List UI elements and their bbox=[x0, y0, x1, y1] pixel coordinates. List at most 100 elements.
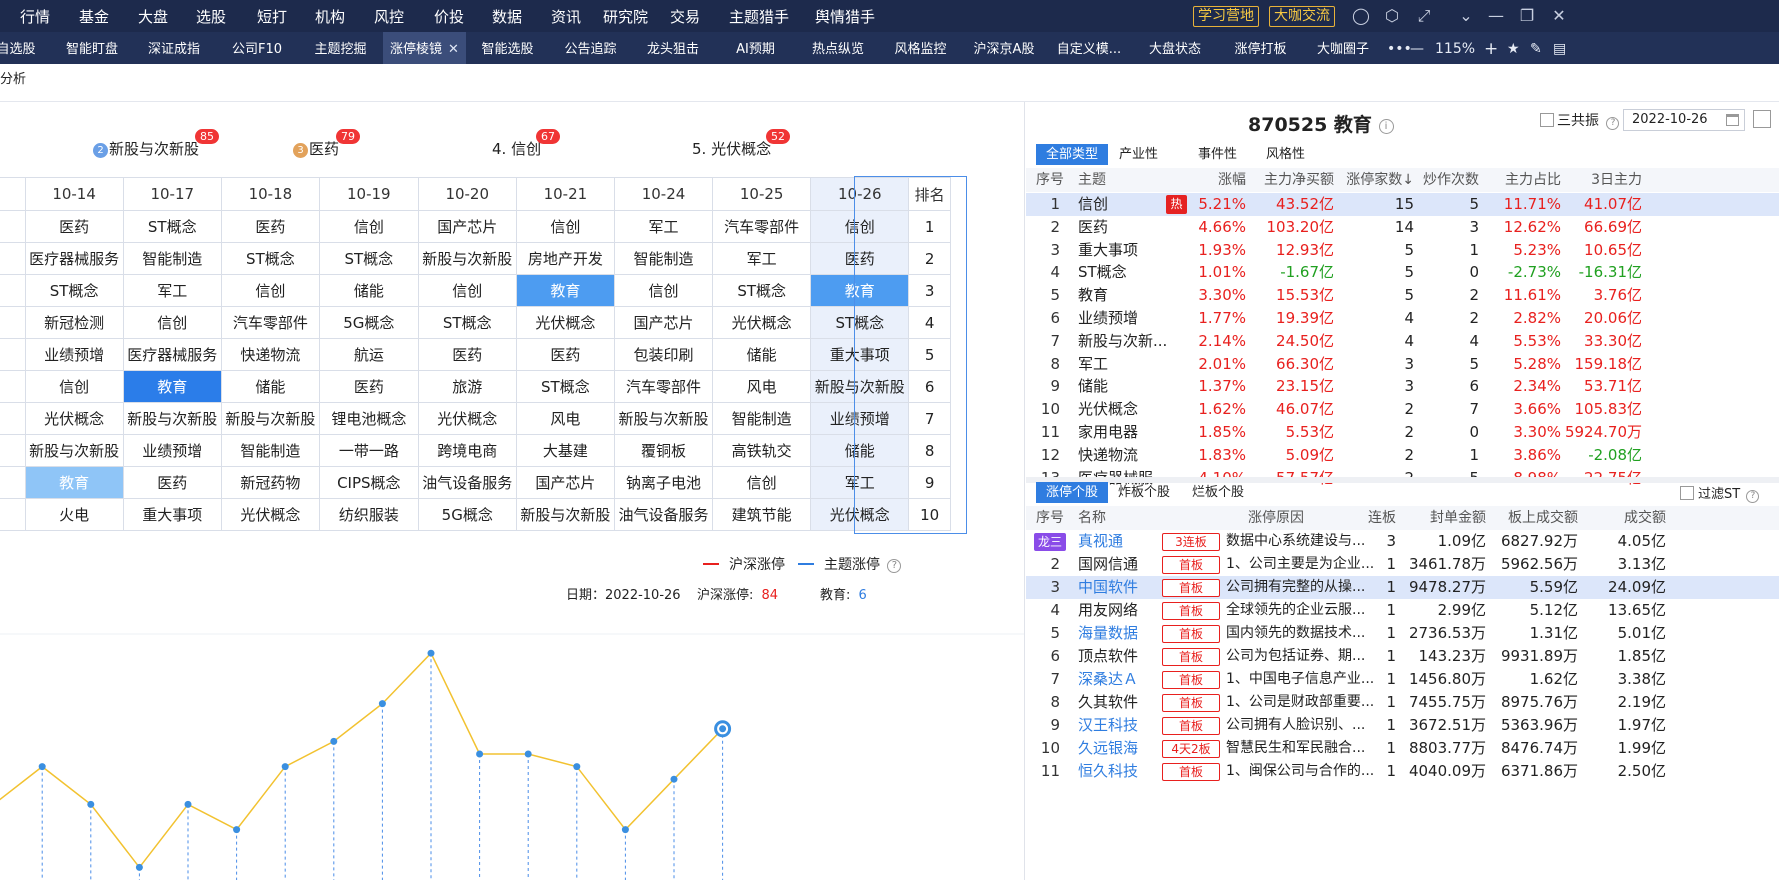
theme-cell[interactable]: ST概念 bbox=[24, 274, 124, 307]
tab-4[interactable]: 主题挖掘 bbox=[298, 32, 383, 64]
theme-cell[interactable]: 医药 bbox=[515, 338, 615, 371]
theme-cell[interactable]: 覆铜板 bbox=[613, 434, 714, 467]
theme-cell[interactable]: 纺织服装 bbox=[318, 498, 419, 531]
data-point[interactable] bbox=[184, 800, 192, 808]
study-camp-button[interactable]: 学习营地 bbox=[1193, 6, 1259, 27]
info-icon[interactable]: i bbox=[1378, 119, 1394, 134]
theme-cell[interactable]: 重大事项 bbox=[122, 498, 222, 531]
theme-cell[interactable]: 储能 bbox=[220, 370, 320, 403]
restore-icon[interactable]: ❐ bbox=[1515, 4, 1539, 28]
menu-item[interactable]: 选股 bbox=[196, 0, 226, 32]
date-header[interactable]: 10-26 bbox=[810, 177, 910, 211]
theme-cell[interactable]: 信创 bbox=[515, 210, 615, 243]
theme-name[interactable]: 光伏概念 bbox=[1078, 398, 1138, 421]
data-point[interactable] bbox=[135, 863, 143, 871]
analysis-label[interactable]: 分析 bbox=[0, 68, 26, 87]
filter-tab-1[interactable]: 产业性 bbox=[1109, 144, 1168, 165]
theme-cell[interactable]: 重大事项 bbox=[810, 338, 910, 371]
theme-cell[interactable]: 新股与次新股 bbox=[220, 402, 320, 435]
theme-cell[interactable]: 国产芯片 bbox=[515, 466, 615, 499]
stock-row[interactable]: 2 国网信通 首板 1、公司主要是为企业... 1 3461.78万 5962.56万 3.1… bbox=[1026, 553, 1779, 576]
theme-name[interactable]: 家用电器 bbox=[1078, 421, 1138, 444]
stock-name[interactable]: 汉王科技 bbox=[1078, 714, 1138, 737]
theme-cell[interactable]: 增 bbox=[0, 274, 26, 307]
theme-cell[interactable]: 国产芯片 bbox=[417, 210, 517, 243]
date-header[interactable]: 10-17 bbox=[122, 177, 222, 211]
theme-name[interactable]: 信创 bbox=[1078, 193, 1108, 216]
menu-item[interactable]: 行情 bbox=[20, 0, 50, 32]
theme-cell[interactable]: 军工 bbox=[122, 274, 222, 307]
data-point[interactable] bbox=[281, 763, 289, 771]
theme-cell[interactable]: 智能制造 bbox=[122, 242, 222, 275]
tab-2[interactable]: 深证成指 bbox=[132, 32, 216, 64]
theme-cell[interactable]: 医药 bbox=[318, 370, 419, 403]
export-icon[interactable] bbox=[1753, 110, 1771, 128]
theme-cell[interactable]: 新股与次新股 bbox=[613, 402, 714, 435]
theme-cell[interactable]: 业绩预增 bbox=[122, 434, 222, 467]
theme-cell[interactable]: 储能 bbox=[810, 434, 910, 467]
theme-cell[interactable]: 医药 bbox=[24, 210, 124, 243]
tab-5[interactable]: 涨停棱镜 ✕ bbox=[383, 32, 466, 64]
theme-cell[interactable]: 汽车零部件 bbox=[712, 210, 812, 243]
theme-cell[interactable]: 汽车零部件 bbox=[220, 306, 320, 339]
zoom-in-button[interactable]: + bbox=[1484, 32, 1498, 64]
theme-cell[interactable]: 医药 bbox=[417, 338, 517, 371]
theme-cell[interactable]: 光伏概念 bbox=[810, 498, 910, 531]
stock-name[interactable]: 顶点软件 bbox=[1078, 645, 1138, 668]
stock-name[interactable]: 国网信通 bbox=[1078, 553, 1138, 576]
theme-cell[interactable] bbox=[0, 466, 26, 499]
theme-cell[interactable]: 光伏概念 bbox=[515, 306, 615, 339]
data-point[interactable] bbox=[476, 750, 484, 758]
theme-cell[interactable]: ST概念 bbox=[417, 306, 517, 339]
theme-cell[interactable]: ST概念 bbox=[122, 210, 222, 243]
theme-name[interactable]: 医药 bbox=[1078, 216, 1108, 239]
more-tabs-button[interactable]: ••• bbox=[1387, 32, 1412, 64]
theme-cell[interactable] bbox=[0, 210, 26, 243]
filter-tab-3[interactable]: 风格性 bbox=[1256, 144, 1315, 165]
menu-item[interactable]: 基金 bbox=[79, 0, 109, 32]
theme-cell[interactable]: 新冠检测 bbox=[24, 306, 124, 339]
theme-row[interactable]: 9 储能 1.37% 23.15亿 3 6 2.34% 53.71亿 bbox=[1026, 375, 1779, 398]
tab-10[interactable]: 热点纵览 bbox=[797, 32, 879, 64]
date-header[interactable]: 10-20 bbox=[417, 177, 517, 211]
star-icon[interactable]: ★ bbox=[1507, 32, 1520, 64]
stock-row[interactable]: 6 顶点软件 首板 公司为包括证券、期... 1 143.23万 9931.89万 1.85亿 bbox=[1026, 645, 1779, 668]
tab-13[interactable]: 自定义模... bbox=[1046, 32, 1132, 64]
theme-cell[interactable]: 医疗器械服务 bbox=[24, 242, 124, 275]
theme-cell[interactable]: 信创 bbox=[220, 274, 320, 307]
tab-15[interactable]: 涨停打板 bbox=[1218, 32, 1303, 64]
filter-tab-2[interactable]: 事件性 bbox=[1188, 144, 1247, 165]
theme-cell[interactable]: 建筑节能 bbox=[712, 498, 812, 531]
theme-cell[interactable]: 大基建 bbox=[515, 434, 615, 467]
theme-cell[interactable]: 瞔 bbox=[0, 338, 26, 371]
theme-row[interactable]: 12 快递物流 1.83% 5.09亿 2 1 3.86% -2.08亿 bbox=[1026, 444, 1779, 467]
data-point[interactable] bbox=[87, 800, 95, 808]
stock-name[interactable]: 用友网络 bbox=[1078, 599, 1138, 622]
theme-cell[interactable]: 风电 bbox=[515, 402, 615, 435]
theme-cell[interactable]: ST概念 bbox=[810, 306, 910, 339]
settings-icon[interactable]: ⬡ bbox=[1380, 4, 1404, 28]
panel-icon[interactable]: ▤ bbox=[1553, 32, 1566, 64]
menu-item[interactable]: 风控 bbox=[374, 0, 404, 32]
theme-cell[interactable]: 火电 bbox=[24, 498, 124, 531]
menu-item[interactable]: 交易 bbox=[670, 0, 700, 32]
theme-cell[interactable]: 医药 bbox=[810, 242, 910, 275]
theme-cell[interactable]: 跨境电商 bbox=[417, 434, 517, 467]
theme-cell[interactable]: 币 bbox=[0, 402, 26, 435]
stock-row[interactable]: 11 恒久科技 首板 1、闽保公司与合作的... 1 4040.09万 6371.86万 2.… bbox=[1026, 760, 1779, 783]
theme-cell[interactable]: 新股与次新股 bbox=[515, 498, 615, 531]
date-header[interactable]: 10-25 bbox=[712, 177, 812, 211]
stock-row[interactable]: 龙三 真视通 3连板 数据中心系统建设与... 3 1.09亿 6827.92万 4.05亿 bbox=[1026, 530, 1779, 553]
help-icon[interactable]: ? bbox=[887, 559, 902, 573]
theme-cell[interactable]: 教育 bbox=[515, 274, 615, 307]
legend-theme[interactable]: 主题涨停 ? bbox=[798, 554, 902, 574]
theme-cell[interactable]: 航运 bbox=[318, 338, 419, 371]
theme-cell[interactable]: 新股与次新股 bbox=[810, 370, 910, 403]
stock-row[interactable]: 8 久其软件 首板 1、公司是财政部重要... 1 7455.75万 8975.76万 2.1… bbox=[1026, 691, 1779, 714]
theme-cell[interactable]: 房地产开发 bbox=[515, 242, 615, 275]
stock-row[interactable]: 9 汉王科技 首板 公司拥有人脸识别、... 1 3672.51万 5363.96万 1.97… bbox=[1026, 714, 1779, 737]
date-header[interactable]: 10-19 bbox=[318, 177, 419, 211]
theme-cell[interactable]: 术 bbox=[0, 242, 26, 275]
theme-cell[interactable]: 锂电池概念 bbox=[318, 402, 419, 435]
theme-cell[interactable]: 教育 bbox=[122, 370, 222, 403]
